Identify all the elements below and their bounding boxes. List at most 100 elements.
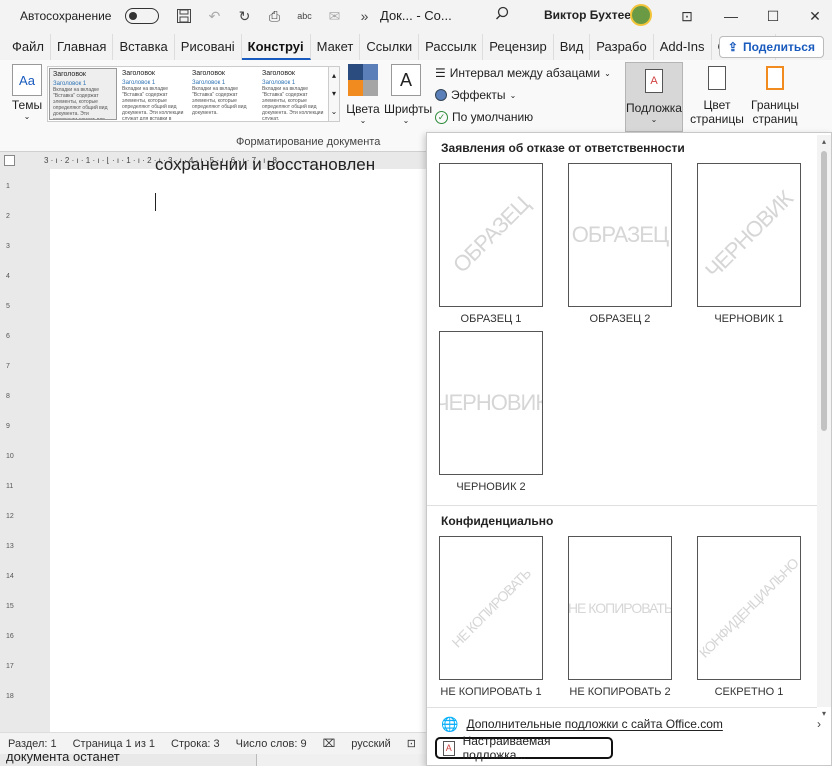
- proofing-icon[interactable]: ⌧: [323, 737, 336, 750]
- page-borders-button[interactable]: Границы страниц: [750, 66, 800, 126]
- set-as-default-button[interactable]: ✓ По умолчанию: [435, 110, 533, 124]
- checkmark-icon: ✓: [435, 110, 448, 124]
- status-language[interactable]: русский: [351, 738, 390, 750]
- minimize-icon[interactable]: —: [716, 4, 746, 28]
- vertical-ruler-mark: 7: [6, 363, 10, 370]
- page-color-button[interactable]: Цвет страницы ⌄: [686, 66, 748, 140]
- tab-0[interactable]: Файл: [6, 34, 51, 60]
- background-window: документа останет: [0, 754, 430, 766]
- tab-2[interactable]: Вставка: [113, 34, 175, 60]
- tab-10[interactable]: Разрабо: [590, 34, 654, 60]
- tab-5[interactable]: Макет: [311, 34, 361, 60]
- page-borders-icon: [766, 66, 784, 90]
- section-title-confidential: Конфиденциально: [441, 514, 554, 528]
- chevron-down-icon: ⌄: [509, 90, 517, 100]
- tab-4[interactable]: Конструі: [241, 34, 311, 60]
- style-set-item[interactable]: Заголовок Заголовок 1 Вкладки на вкладке "…: [119, 68, 187, 120]
- close-icon[interactable]: ✕: [800, 4, 830, 28]
- save-icon[interactable]: [173, 5, 195, 27]
- effects-button[interactable]: Эффекты ⌄: [435, 88, 516, 102]
- share-icon: ⇪: [727, 40, 738, 54]
- autosave-toggle[interactable]: [125, 8, 160, 24]
- undo-icon[interactable]: ↶: [203, 5, 225, 27]
- style-set-body: Вкладки на вкладке "Вставка" содержат эл…: [262, 86, 324, 120]
- paragraph-spacing-button[interactable]: ☰ Интервал между абзацами ⌄: [435, 66, 611, 80]
- share-label: Поделиться: [742, 40, 815, 54]
- fonts-icon: A: [391, 64, 421, 96]
- fonts-button[interactable]: A Шрифты ⌄: [384, 64, 432, 125]
- page-borders-label-2: страниц: [752, 112, 798, 126]
- scroll-thumb[interactable]: [821, 151, 827, 431]
- more-watermarks-menu-item[interactable]: 🌐 Дополнительные подложки с сайта Office…: [435, 713, 821, 735]
- watermark-button[interactable]: A Подложка ⌄: [625, 62, 683, 132]
- custom-watermark-icon: A: [443, 740, 455, 756]
- custom-watermark-menu-item[interactable]: A Настраиваемая подложка...: [435, 734, 613, 762]
- avatar[interactable]: [630, 4, 652, 26]
- style-set-item[interactable]: Заголовок Заголовок 1 Вкладки на вкладке "…: [189, 68, 257, 120]
- tab-1[interactable]: Главная: [51, 34, 114, 60]
- status-page[interactable]: Страница 1 из 1: [73, 738, 155, 750]
- redo-icon[interactable]: ↻: [233, 5, 255, 27]
- watermark-option[interactable]: ОБРАЗЕЦ ОБРАЗЕЦ 1: [439, 163, 543, 325]
- gallery-scrollbar[interactable]: ▴: [817, 135, 831, 707]
- ribbon-display-icon[interactable]: ⊡: [672, 4, 702, 28]
- status-word-count[interactable]: Число слов: 9: [236, 738, 307, 750]
- tab-7[interactable]: Рассылк: [419, 34, 484, 60]
- autosave-label: Автосохранение: [20, 9, 112, 23]
- title-bar: Автосохранение ↶ ↻ ⎙ abc ✉ » Док... - Со…: [0, 0, 832, 32]
- search-icon[interactable]: [495, 6, 510, 25]
- status-line[interactable]: Строка: 3: [171, 738, 220, 750]
- document-page[interactable]: [50, 169, 430, 732]
- email-icon[interactable]: ✉: [323, 5, 345, 27]
- accessibility-icon[interactable]: ⊡: [407, 737, 416, 750]
- document-title[interactable]: Док... - Со...: [380, 8, 452, 23]
- vertical-ruler-mark: 2: [6, 213, 10, 220]
- vertical-ruler-mark: 18: [6, 693, 14, 700]
- watermark-option[interactable]: ЧЕРНОВИК ЧЕРНОВИК 2: [439, 331, 543, 493]
- watermark-caption: ОБРАЗЕЦ 2: [589, 313, 651, 325]
- status-bar: Раздел: 1 Страница 1 из 1 Строка: 3 Числ…: [0, 732, 430, 754]
- style-set-item[interactable]: Заголовок Заголовок 1 Вкладки на вкладке "…: [49, 68, 117, 120]
- watermark-caption: ЧЕРНОВИК 2: [456, 481, 526, 493]
- maximize-icon[interactable]: ☐: [758, 4, 788, 28]
- more-commands-icon[interactable]: »: [353, 5, 375, 27]
- vertical-ruler-mark: 4: [6, 273, 10, 280]
- more-watermarks-label: Дополнительные подложки с сайта Office.c…: [466, 717, 723, 731]
- tab-9[interactable]: Вид: [554, 34, 591, 60]
- tab-6[interactable]: Ссылки: [360, 34, 420, 60]
- watermark-icon: A: [645, 69, 663, 93]
- gallery-scroll[interactable]: ▴ ▾ ⌄: [328, 66, 340, 122]
- watermark-option[interactable]: КОНФИДЕНЦИАЛЬНО СЕКРЕТНО 1: [697, 536, 801, 698]
- themes-button[interactable]: Aa Темы ⌄: [10, 64, 44, 121]
- watermark-option[interactable]: НЕ КОПИРОВАТЬ НЕ КОПИРОВАТЬ 1: [439, 536, 543, 698]
- tab-3[interactable]: Рисовані: [175, 34, 242, 60]
- print-preview-icon[interactable]: ⎙: [263, 5, 285, 27]
- vertical-ruler-mark: 9: [6, 423, 10, 430]
- watermark-option[interactable]: НЕ КОПИРОВАТЬ НЕ КОПИРОВАТЬ 2: [568, 536, 672, 698]
- status-section[interactable]: Раздел: 1: [8, 738, 57, 750]
- watermark-option[interactable]: ОБРАЗЕЦ ОБРАЗЕЦ 2: [568, 163, 672, 325]
- globe-icon: 🌐: [441, 715, 459, 732]
- paragraph-spacing-label: Интервал между абзацами: [449, 66, 601, 80]
- scroll-up-icon[interactable]: ▴: [817, 135, 831, 149]
- watermark-preview-text: ОБРАЗЕЦ: [447, 191, 534, 278]
- divider: [427, 505, 817, 506]
- style-set-heading: Заголовок: [262, 70, 295, 77]
- watermark-preview-text: ЧЕРНОВИК: [439, 390, 543, 415]
- document-text: сохранении и восстановлен: [155, 158, 376, 174]
- tab-8[interactable]: Рецензир: [483, 34, 554, 60]
- style-set-gallery[interactable]: Заголовок Заголовок 1 Вкладки на вкладке "…: [47, 66, 329, 122]
- colors-button[interactable]: Цвета ⌄: [346, 64, 380, 125]
- style-set-item[interactable]: Заголовок Заголовок 1 Вкладки на вкладке "…: [259, 68, 327, 120]
- spelling-icon[interactable]: abc: [293, 5, 315, 27]
- watermark-preview: ОБРАЗЕЦ: [439, 163, 543, 307]
- user-name[interactable]: Виктор Бухтеев: [544, 8, 638, 22]
- watermark-option[interactable]: ЧЕРНОВИК ЧЕРНОВИК 1: [697, 163, 801, 325]
- share-button[interactable]: ⇪ Поделиться: [718, 36, 824, 58]
- text-cursor: [155, 193, 156, 211]
- watermark-caption: СЕКРЕТНО 1: [714, 686, 784, 698]
- tab-11[interactable]: Add-Ins: [654, 34, 712, 60]
- tab-selector[interactable]: [4, 155, 15, 166]
- vertical-ruler[interactable]: 1 2 3 4 5 6 7 8 9 10 11 12 13 14 15 16 17 18: [0, 169, 18, 732]
- watermark-caption: ЧЕРНОВИК 1: [714, 313, 784, 325]
